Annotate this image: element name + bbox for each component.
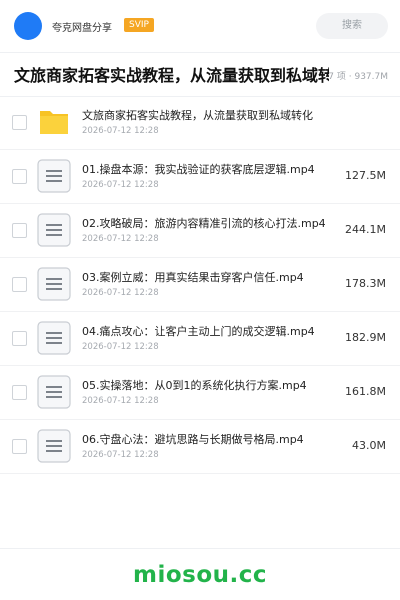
file-date: 2026-07-12 12:28 <box>82 234 159 244</box>
top-bar: 夸克网盘分享 SVIP 搜索 <box>0 0 400 53</box>
file-size: 178.3M <box>345 277 386 290</box>
row-checkbox[interactable] <box>12 331 27 346</box>
video-file-icon <box>37 213 71 247</box>
row-checkbox[interactable] <box>12 169 27 184</box>
svip-badge: SVIP <box>124 18 154 32</box>
page-title: 文旅商家拓客实战教程，从流量获取到私域转化 <box>14 66 329 85</box>
file-name: 02.攻略破局：旅游内容精准引流的核心打法.mp4 <box>82 217 326 230</box>
file-size: 161.8M <box>345 385 386 398</box>
file-name: 06.守盘心法：避坑思路与长期做号格局.mp4 <box>82 433 304 446</box>
row-divider <box>0 473 400 474</box>
video-file-icon <box>37 375 71 409</box>
file-date: 2026-07-12 12:28 <box>82 396 159 406</box>
row-checkbox[interactable] <box>12 115 27 130</box>
file-row[interactable]: 06.守盘心法：避坑思路与长期做号格局.mp4 2026-07-12 12:28 4… <box>0 420 400 474</box>
file-size: 43.0M <box>352 439 386 452</box>
file-size: 182.9M <box>345 331 386 344</box>
file-row[interactable]: 04.痛点攻心：让客户主动上门的成交逻辑.mp4 2026-07-12 12:28… <box>0 312 400 366</box>
row-checkbox[interactable] <box>12 439 27 454</box>
video-file-icon <box>37 267 71 301</box>
video-file-icon <box>37 321 71 355</box>
file-date: 2026-07-12 12:28 <box>82 126 159 136</box>
video-file-icon <box>37 159 71 193</box>
file-date: 2026-07-12 12:28 <box>82 288 159 298</box>
brand-label: 夸克网盘分享 <box>52 23 112 34</box>
file-date: 2026-07-12 12:28 <box>82 342 159 352</box>
row-checkbox[interactable] <box>12 277 27 292</box>
file-date: 2026-07-12 12:28 <box>82 450 159 460</box>
footer-divider <box>0 548 400 549</box>
file-size: 127.5M <box>345 169 386 182</box>
folder-icon <box>37 105 71 139</box>
folder-summary: 7 项 · 937.7M <box>328 72 388 82</box>
file-size: 244.1M <box>345 223 386 236</box>
file-row[interactable]: 02.攻略破局：旅游内容精准引流的核心打法.mp4 2026-07-12 12:2… <box>0 204 400 258</box>
file-row[interactable]: 05.实操落地：从0到1的系统化执行方案.mp4 2026-07-12 12:28… <box>0 366 400 420</box>
video-file-icon <box>37 429 71 463</box>
file-name: 01.操盘本源：我实战验证的获客底层逻辑.mp4 <box>82 163 315 176</box>
row-checkbox[interactable] <box>12 223 27 238</box>
row-checkbox[interactable] <box>12 385 27 400</box>
file-name: 04.痛点攻心：让客户主动上门的成交逻辑.mp4 <box>82 325 315 338</box>
avatar[interactable] <box>14 12 42 40</box>
file-row[interactable]: 03.案例立威：用真实结果击穿客户信任.mp4 2026-07-12 12:28 1… <box>0 258 400 312</box>
file-row[interactable]: 01.操盘本源：我实战验证的获客底层逻辑.mp4 2026-07-12 12:28… <box>0 150 400 204</box>
search-button[interactable]: 搜索 <box>316 13 388 39</box>
folder-row[interactable]: 文旅商家拓客实战教程，从流量获取到私域转化 2026-07-12 12:28 <box>0 96 400 150</box>
file-name: 文旅商家拓客实战教程，从流量获取到私域转化 <box>82 109 313 122</box>
file-name: 05.实操落地：从0到1的系统化执行方案.mp4 <box>82 379 307 392</box>
file-date: 2026-07-12 12:28 <box>82 180 159 190</box>
watermark: miosou.cc <box>132 562 268 588</box>
file-name: 03.案例立威：用真实结果击穿客户信任.mp4 <box>82 271 304 284</box>
